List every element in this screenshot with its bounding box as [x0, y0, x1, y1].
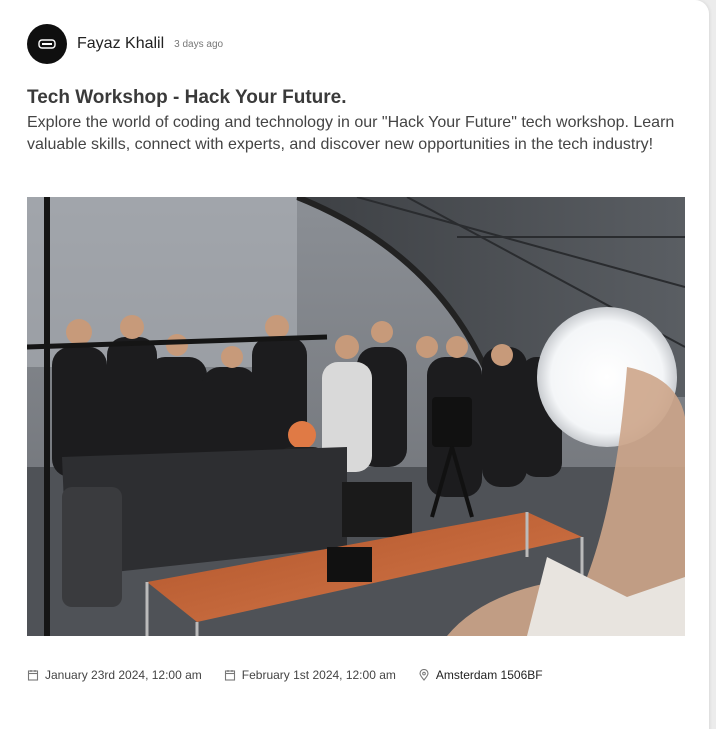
event-details: January 23rd 2024, 12:00 am February 1st… [27, 665, 565, 685]
start-date: January 23rd 2024, 12:00 am [27, 668, 202, 682]
author-name[interactable]: Fayaz Khalil [77, 35, 164, 53]
event-photo [27, 197, 685, 636]
start-date-label: January 23rd 2024, 12:00 am [45, 668, 202, 682]
post-title: Tech Workshop - Hack Your Future. [27, 87, 347, 108]
post-author: Fayaz Khalil 3 days ago [27, 24, 223, 64]
location-label[interactable]: Amsterdam 1506BF [436, 668, 543, 682]
calendar-icon [27, 670, 39, 681]
location-pin-icon [419, 669, 429, 681]
post-card: Fayaz Khalil 3 days ago Tech Workshop - … [0, 0, 709, 729]
post-timestamp: 3 days ago [174, 38, 224, 50]
post-description: Explore the world of coding and technolo… [27, 114, 675, 153]
end-date: February 1st 2024, 12:00 am [224, 668, 396, 682]
event-location[interactable]: Amsterdam 1506BF [418, 668, 543, 682]
calendar-icon [224, 670, 235, 681]
end-date-label: February 1st 2024, 12:00 am [241, 668, 396, 682]
brand-logo-icon [38, 39, 56, 49]
avatar[interactable] [27, 24, 67, 64]
